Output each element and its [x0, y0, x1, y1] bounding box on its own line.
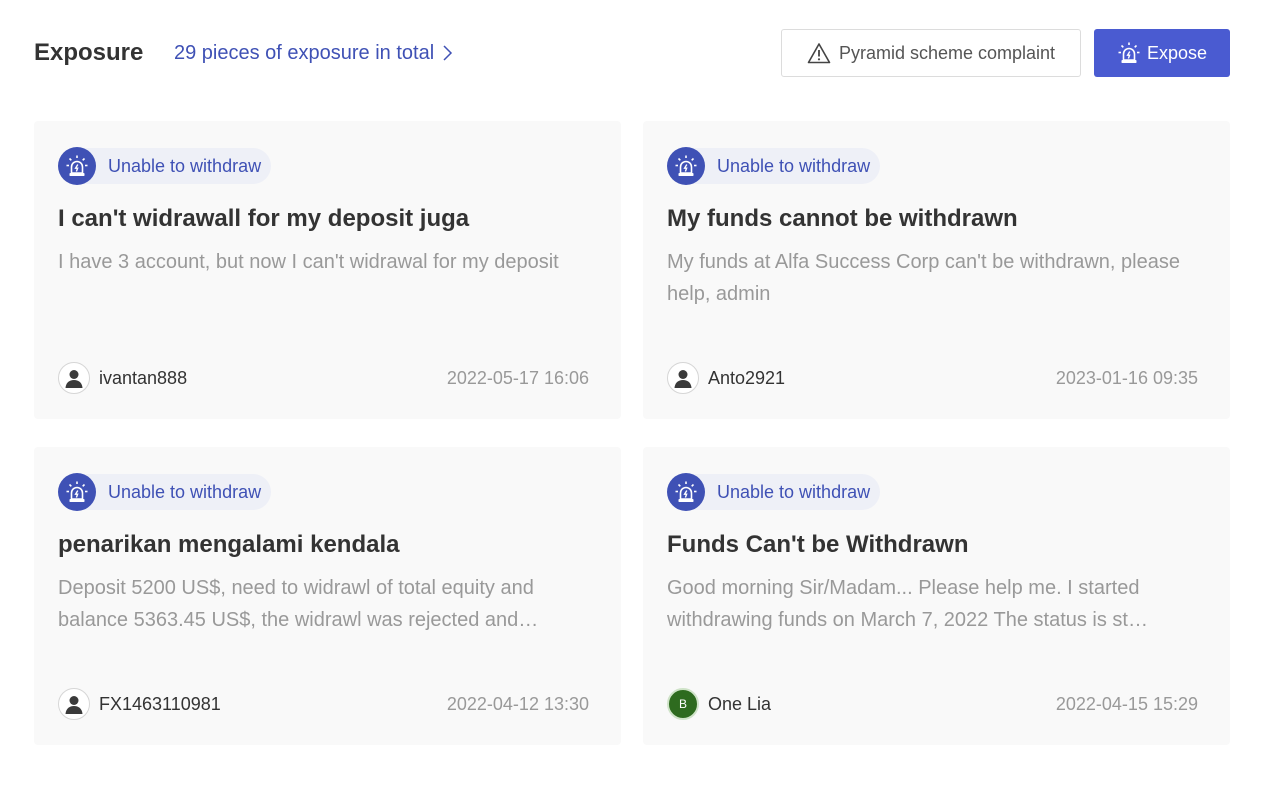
avatar — [58, 362, 90, 394]
user-silhouette-icon — [65, 696, 83, 714]
alarm-icon — [667, 473, 705, 511]
pyramid-complaint-label: Pyramid scheme complaint — [838, 42, 1056, 63]
warning-icon — [807, 43, 831, 64]
category-tag: Unable to withdraw — [58, 147, 272, 185]
card-footer: ivantan888 2022-05-17 16:06 — [58, 362, 589, 394]
category-tag: Unable to withdraw — [58, 473, 272, 511]
exposure-total-label: 29 pieces of exposure in total — [174, 42, 435, 64]
exposure-card[interactable]: Unable to withdraw I can't widrawall for… — [34, 121, 621, 419]
user-silhouette-icon — [674, 370, 692, 388]
category-tag-label: Unable to withdraw — [68, 474, 272, 510]
card-title: My funds cannot be withdrawn — [667, 205, 1018, 232]
username: One Lia — [708, 694, 772, 714]
post-date: 2023-01-16 09:35 — [1055, 368, 1198, 388]
pyramid-complaint-button[interactable]: Pyramid scheme complaint — [781, 29, 1081, 77]
card-title: Funds Can't be Withdrawn — [667, 531, 969, 558]
post-date: 2022-05-17 16:06 — [446, 368, 589, 388]
page-title: Exposure — [34, 39, 144, 66]
alarm-icon — [58, 147, 96, 185]
alarm-icon — [667, 147, 705, 185]
exposure-total-link[interactable]: 29 pieces of exposure in total — [174, 40, 454, 66]
exposure-header: Exposure 29 pieces of exposure in total … — [34, 29, 1230, 77]
card-title: penarikan mengalami kendala — [58, 531, 400, 558]
exposure-card[interactable]: Unable to withdraw penarikan mengalami k… — [34, 447, 621, 745]
card-footer: FX1463110981 2022-04-12 13:30 — [58, 688, 589, 720]
alarm-icon — [1118, 42, 1140, 63]
username: Anto2921 — [708, 368, 786, 388]
expose-button[interactable]: Expose — [1094, 29, 1230, 77]
category-tag-label: Unable to withdraw — [677, 474, 881, 510]
avatar — [667, 362, 699, 394]
user-silhouette-icon — [65, 370, 83, 388]
category-tag-label: Unable to withdraw — [677, 148, 881, 184]
card-description: Deposit 5200 US$, need to widrawl of tot… — [58, 577, 539, 631]
chevron-right-icon — [443, 45, 453, 61]
username: FX1463110981 — [99, 694, 221, 714]
exposure-card[interactable]: Unable to withdraw Funds Can't be Withdr… — [643, 447, 1230, 745]
avatar: B — [667, 688, 699, 720]
card-footer: B One Lia 2022-04-15 15:29 — [667, 688, 1198, 720]
alarm-icon — [58, 473, 96, 511]
post-date: 2022-04-15 15:29 — [1055, 694, 1198, 714]
avatar — [58, 688, 90, 720]
expose-label: Expose — [1146, 42, 1208, 63]
category-tag-label: Unable to withdraw — [68, 148, 272, 184]
card-description: Good morning Sir/Madam... Please help me… — [667, 577, 1148, 631]
card-description: I have 3 account, but now I can't widraw… — [58, 251, 559, 273]
category-tag: Unable to withdraw — [667, 147, 881, 185]
post-date: 2022-04-12 13:30 — [446, 694, 589, 714]
category-tag: Unable to withdraw — [667, 473, 881, 511]
username: ivantan888 — [99, 368, 188, 388]
card-description: My funds at Alfa Success Corp can't be w… — [667, 251, 1180, 305]
exposure-card[interactable]: Unable to withdraw My funds cannot be wi… — [643, 121, 1230, 419]
card-title: I can't widrawall for my deposit juga — [58, 205, 470, 232]
card-footer: Anto2921 2023-01-16 09:35 — [667, 362, 1198, 394]
